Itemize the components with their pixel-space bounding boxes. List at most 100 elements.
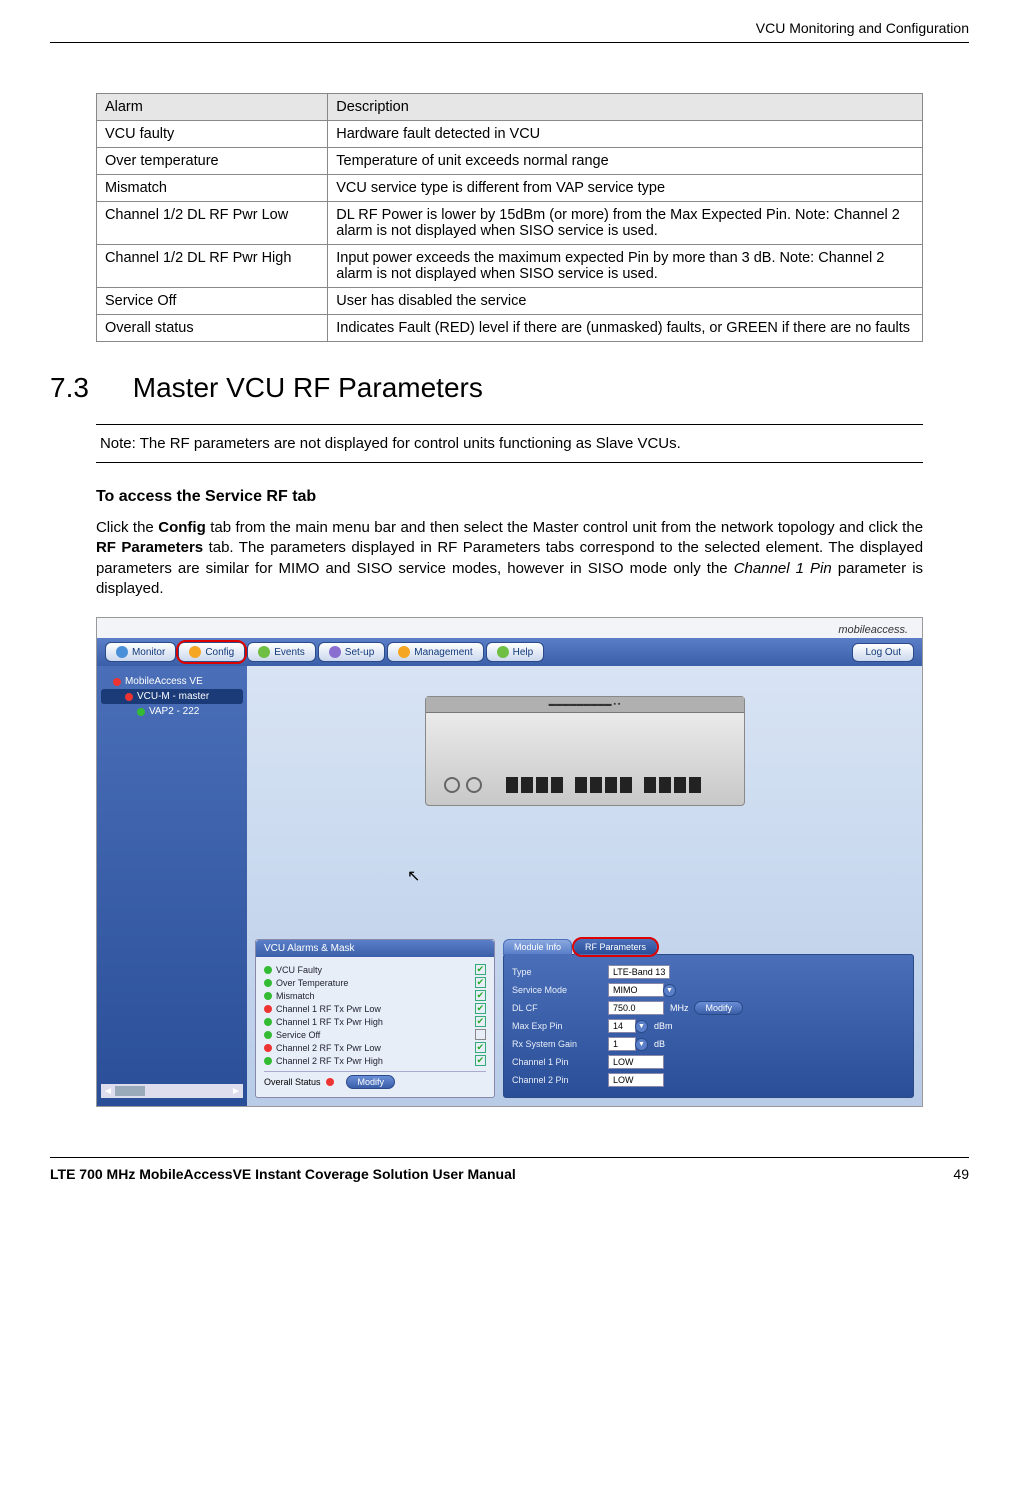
tree-item-vcu[interactable]: VCU-M - master (101, 689, 243, 704)
status-dot-icon (264, 979, 272, 987)
param-row-max-exp-pin: Max Exp Pin14▼dBm (512, 1017, 905, 1035)
alarms-panel-header: VCU Alarms & Mask (256, 940, 494, 957)
content-area: MobileAccess VE VCU-M - master VAP2 - 22… (97, 666, 922, 1106)
tree-root[interactable]: MobileAccess VE (101, 674, 243, 689)
config-icon (189, 646, 201, 658)
mask-checkbox[interactable]: ✔ (475, 1016, 486, 1027)
mask-checkbox[interactable]: ✔ (475, 1042, 486, 1053)
alarm-row: VCU Faulty✔ (264, 963, 486, 976)
main-pane: ▬▬▬▬▬▬▬▬▬ ▪ ▪ ↖ VCU Alarms & Mask VCU Fa… (247, 666, 922, 1106)
type-value: LTE-Band 13 (608, 965, 670, 979)
events-icon (258, 646, 270, 658)
service-mode-select[interactable]: MIMO (608, 983, 664, 997)
status-dot-icon (264, 1031, 272, 1039)
param-row-type: TypeLTE-Band 13 (512, 963, 905, 981)
table-row: Overall statusIndicates Fault (RED) leve… (96, 315, 922, 342)
side-tree: MobileAccess VE VCU-M - master VAP2 - 22… (97, 666, 247, 1106)
rf-panel-wrapper: Module Info RF Parameters TypeLTE-Band 1… (503, 939, 914, 1098)
device-image: ▬▬▬▬▬▬▬▬▬ ▪ ▪ (425, 696, 745, 806)
alarm-row: Channel 2 RF Tx Pwr High✔ (264, 1054, 486, 1067)
scroll-right-icon[interactable]: ► (231, 1086, 241, 1097)
rf-parameters-panel: TypeLTE-Band 13 Service ModeMIMO▼ DL CF7… (503, 954, 914, 1098)
tree-item-vap[interactable]: VAP2 - 222 (101, 704, 243, 719)
help-icon (497, 646, 509, 658)
brand-logo: mobileaccess. (838, 624, 908, 636)
menu-bar: Monitor Config Events Set-up Management … (97, 638, 922, 666)
alarm-row: Mismatch✔ (264, 989, 486, 1002)
mask-checkbox[interactable]: ✔ (475, 977, 486, 988)
status-dot-icon (264, 966, 272, 974)
status-dot-icon (264, 1005, 272, 1013)
dl-cf-value[interactable]: 750.0 (608, 1001, 664, 1015)
status-dot-icon (125, 693, 133, 701)
overall-status-row: Overall Status Modify (264, 1071, 486, 1089)
rx-gain-select[interactable]: 1 (608, 1037, 636, 1051)
alarm-row: Over Temperature✔ (264, 976, 486, 989)
subtabs: Module Info RF Parameters (503, 939, 914, 955)
alarms-panel-body: VCU Faulty✔ Over Temperature✔ Mismatch✔ … (256, 957, 494, 1095)
dropdown-icon[interactable]: ▼ (663, 984, 676, 997)
cursor-icon: ↖ (407, 866, 420, 886)
tab-events[interactable]: Events (247, 642, 316, 662)
subtab-rf-parameters[interactable]: RF Parameters (574, 939, 657, 955)
scroll-thumb[interactable] (115, 1086, 145, 1096)
monitor-icon (116, 646, 128, 658)
table-row: Service OffUser has disabled the service (96, 288, 922, 315)
tab-help[interactable]: Help (486, 642, 545, 662)
param-row-rx-gain: Rx System Gain1▼dB (512, 1035, 905, 1053)
header-title: VCU Monitoring and Configuration (756, 20, 969, 36)
setup-icon (329, 646, 341, 658)
table-row: MismatchVCU service type is different fr… (96, 175, 922, 202)
page-header: VCU Monitoring and Configuration (50, 20, 969, 43)
logout-button[interactable]: Log Out (852, 643, 914, 662)
section-title: Master VCU RF Parameters (133, 372, 483, 403)
param-row-service-mode: Service ModeMIMO▼ (512, 981, 905, 999)
mask-checkbox[interactable]: ✔ (475, 1055, 486, 1066)
modify-button[interactable]: Modify (346, 1075, 395, 1089)
table-row: Channel 1/2 DL RF Pwr LowDL RF Power is … (96, 202, 922, 245)
status-dot-icon (264, 1044, 272, 1052)
param-row-dl-cf: DL CF750.0MHzModify (512, 999, 905, 1017)
mask-checkbox[interactable]: ✔ (475, 964, 486, 975)
col-description: Description (328, 94, 923, 121)
note-text: Note: The RF parameters are not displaye… (100, 435, 681, 452)
dropdown-icon[interactable]: ▼ (635, 1038, 648, 1051)
device-controls (444, 777, 482, 793)
tab-config[interactable]: Config (178, 642, 245, 662)
mask-checkbox[interactable]: ✔ (475, 1029, 486, 1040)
body-paragraph: Click the Config tab from the main menu … (96, 518, 923, 599)
alarm-row: Channel 1 RF Tx Pwr Low✔ (264, 1002, 486, 1015)
table-header-row: Alarm Description (96, 94, 922, 121)
alarm-table: Alarm Description VCU faultyHardware fau… (96, 93, 923, 342)
status-dot-icon (113, 678, 121, 686)
modify-button[interactable]: Modify (694, 1001, 743, 1015)
alarm-row: Channel 1 RF Tx Pwr High✔ (264, 1015, 486, 1028)
page-number: 49 (953, 1166, 969, 1182)
dropdown-icon[interactable]: ▼ (635, 1020, 648, 1033)
scroll-left-icon[interactable]: ◄ (103, 1086, 113, 1097)
table-row: Over temperatureTemperature of unit exce… (96, 148, 922, 175)
tab-monitor[interactable]: Monitor (105, 642, 176, 662)
ch1-pin-value: LOW (608, 1055, 664, 1069)
mask-checkbox[interactable]: ✔ (475, 1003, 486, 1014)
ch2-pin-value: LOW (608, 1073, 664, 1087)
tree-scrollbar[interactable]: ◄► (101, 1084, 243, 1098)
mask-checkbox[interactable]: ✔ (475, 990, 486, 1001)
tab-setup[interactable]: Set-up (318, 642, 385, 662)
table-row: VCU faultyHardware fault detected in VCU (96, 121, 922, 148)
logo-row: mobileaccess. (97, 618, 922, 638)
status-dot-icon (137, 708, 145, 716)
max-exp-pin-select[interactable]: 14 (608, 1019, 636, 1033)
param-row-ch2-pin: Channel 2 PinLOW (512, 1071, 905, 1089)
footer-title: LTE 700 MHz MobileAccessVE Instant Cover… (50, 1166, 516, 1182)
subtab-module-info[interactable]: Module Info (503, 939, 572, 955)
device-top-strip: ▬▬▬▬▬▬▬▬▬ ▪ ▪ (426, 697, 744, 713)
status-dot-icon (264, 1057, 272, 1065)
status-dot-icon (326, 1078, 334, 1086)
param-row-ch1-pin: Channel 1 PinLOW (512, 1053, 905, 1071)
tab-management[interactable]: Management (387, 642, 483, 662)
note-box: Note: The RF parameters are not displaye… (96, 424, 923, 463)
alarm-row: Channel 2 RF Tx Pwr Low✔ (264, 1041, 486, 1054)
col-alarm: Alarm (96, 94, 327, 121)
section-heading: 7.3 Master VCU RF Parameters (50, 372, 969, 404)
